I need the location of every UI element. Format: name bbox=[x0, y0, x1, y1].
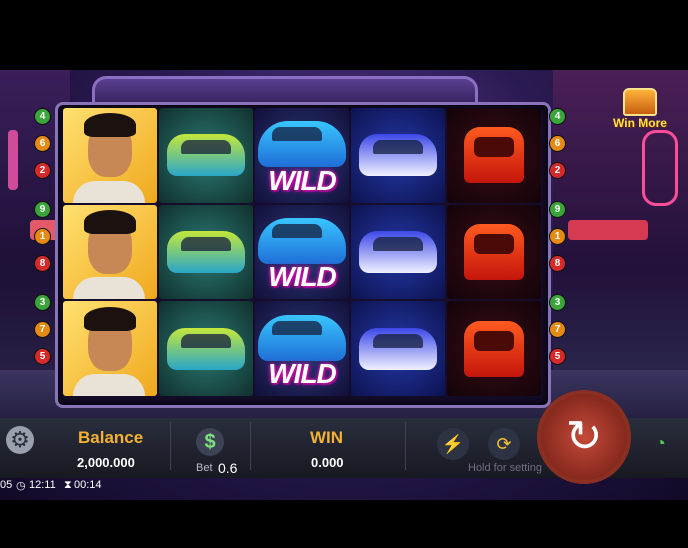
tuk-tuk-symbol-icon bbox=[464, 320, 524, 377]
wild-car-icon bbox=[258, 121, 346, 168]
chest-icon bbox=[623, 88, 657, 116]
win-value: 0.000 bbox=[311, 455, 344, 470]
payline-5-indicator: 5 bbox=[549, 348, 566, 365]
payline-1-indicator: 1 bbox=[34, 228, 51, 245]
win-more-label: Win More bbox=[613, 116, 667, 130]
win-more-button[interactable]: Win More bbox=[610, 88, 670, 130]
bet-label: Bet bbox=[196, 462, 213, 474]
payline-7-indicator: 7 bbox=[34, 321, 51, 338]
divider bbox=[250, 422, 251, 470]
wifi-icon: ◔ bbox=[655, 433, 666, 453]
reel-cell-man bbox=[63, 108, 157, 203]
payline-2-indicator: 2 bbox=[549, 162, 566, 179]
reel-cell-police bbox=[351, 301, 445, 396]
man-symbol-icon bbox=[84, 113, 136, 178]
payline-4-indicator: 4 bbox=[549, 108, 566, 125]
gear-icon[interactable]: ⚙ bbox=[6, 426, 34, 454]
payline-8-indicator: 8 bbox=[549, 255, 566, 272]
reel-cell-taxi bbox=[159, 301, 253, 396]
payline-indicators-left: 4 6 2 9 1 8 3 7 5 bbox=[33, 108, 51, 375]
taxi-symbol-icon bbox=[167, 230, 245, 273]
taxi-symbol-icon bbox=[167, 134, 245, 177]
payline-1-indicator: 1 bbox=[549, 228, 566, 245]
wild-car-icon bbox=[258, 314, 346, 361]
balance-value: 2,000.000 bbox=[77, 455, 135, 470]
clock-icon: ◷ bbox=[16, 480, 26, 492]
reel-grid: WILD WILD WILD bbox=[63, 108, 541, 396]
reel-cell-man bbox=[63, 204, 157, 300]
man-symbol-icon bbox=[84, 306, 136, 371]
reel-cell-wild: WILD bbox=[255, 204, 349, 300]
wild-label: WILD bbox=[268, 164, 337, 196]
divider bbox=[170, 422, 171, 470]
police-car-symbol-icon bbox=[359, 230, 437, 273]
lightning-icon[interactable]: ⚡ bbox=[437, 428, 469, 460]
win-label: WIN bbox=[310, 428, 344, 447]
payline-6-indicator: 6 bbox=[549, 135, 566, 152]
bet-value: 0.6 bbox=[218, 460, 238, 476]
reel-cell-wild: WILD bbox=[255, 301, 349, 396]
payline-3-indicator: 3 bbox=[549, 294, 566, 311]
police-car-symbol-icon bbox=[359, 327, 437, 370]
reel-cell-tuk bbox=[447, 301, 541, 396]
status-fragment: 05 bbox=[0, 479, 13, 491]
man-symbol-icon bbox=[84, 209, 136, 274]
reel-cell-police bbox=[351, 204, 445, 300]
reel-cell-tuk bbox=[447, 204, 541, 300]
timer-value: 00:14 bbox=[74, 479, 102, 491]
tuk-tuk-symbol-icon bbox=[464, 127, 524, 184]
dollar-icon[interactable]: $ bbox=[196, 428, 224, 456]
payline-2-indicator: 2 bbox=[34, 162, 51, 179]
payline-8-indicator: 8 bbox=[34, 255, 51, 272]
payline-3-indicator: 3 bbox=[34, 294, 51, 311]
wild-car-icon bbox=[258, 217, 346, 264]
police-car-symbol-icon bbox=[359, 134, 437, 177]
wild-label: WILD bbox=[268, 358, 337, 389]
tuk-tuk-symbol-icon bbox=[464, 223, 524, 280]
payline-7-indicator: 7 bbox=[549, 321, 566, 338]
hourglass-icon: ⧗ bbox=[64, 479, 72, 491]
clock-value: 12:11 bbox=[29, 479, 56, 491]
reel-cell-man bbox=[63, 301, 157, 396]
status-bar: 05 ◷ 12:11 ⧗ 00:14 bbox=[0, 478, 688, 494]
taxi-symbol-icon bbox=[167, 327, 245, 370]
spin-arrow-icon: ↻ bbox=[565, 412, 603, 461]
divider bbox=[405, 422, 406, 470]
payline-indicators-right: 4 6 2 9 1 8 3 7 5 bbox=[548, 108, 566, 375]
reel-cell-taxi bbox=[159, 108, 253, 203]
spin-button[interactable]: ↻ bbox=[537, 390, 631, 484]
payline-9-indicator: 9 bbox=[34, 201, 51, 218]
reel-cell-taxi bbox=[159, 204, 253, 300]
reel-cell-wild: WILD bbox=[255, 108, 349, 203]
reel-cell-police bbox=[351, 108, 445, 203]
payline-4-indicator: 4 bbox=[34, 108, 51, 125]
auto-spin-icon[interactable]: ⟳ bbox=[488, 428, 520, 460]
hold-hint: Hold for setting bbox=[468, 462, 542, 474]
balance-label: Balance bbox=[78, 428, 144, 447]
wild-label: WILD bbox=[268, 261, 337, 293]
reel-cell-tuk bbox=[447, 108, 541, 203]
payline-6-indicator: 6 bbox=[34, 135, 51, 152]
payline-9-indicator: 9 bbox=[549, 201, 566, 218]
payline-5-indicator: 5 bbox=[34, 348, 51, 365]
